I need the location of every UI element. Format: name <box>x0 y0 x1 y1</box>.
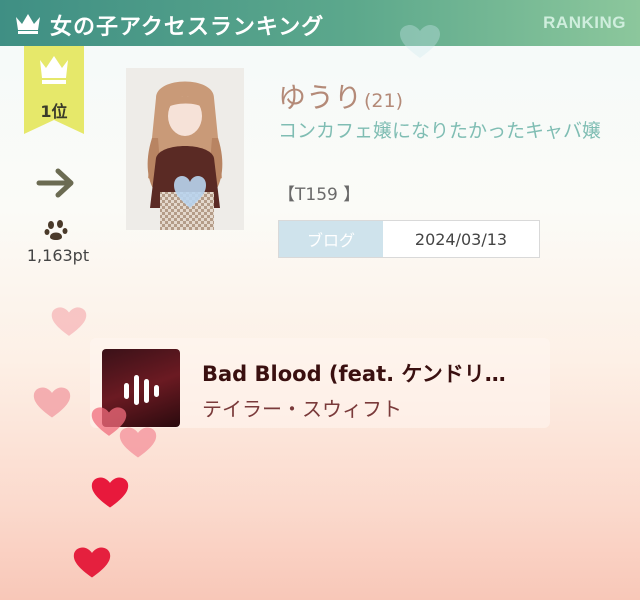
heart-icon <box>400 25 440 58</box>
crown-icon <box>16 14 40 34</box>
profile-tag: 【T159 】 <box>278 185 361 205</box>
heart-icon <box>119 427 157 458</box>
song-title[interactable]: Bad Blood (feat. ケンドリ… <box>202 358 532 388</box>
rank-badge: 1位 <box>24 46 84 134</box>
arrow-right-icon <box>36 168 74 198</box>
blog-label[interactable]: ブログ <box>279 221 383 257</box>
blog-link[interactable]: ブログ 2024/03/13 <box>278 220 540 258</box>
blog-date: 2024/03/13 <box>414 229 508 249</box>
paw-icon <box>44 220 68 240</box>
audio-bars-icon <box>124 375 159 405</box>
ranking-link[interactable]: RANKING <box>543 13 626 33</box>
song-artist: テイラー・スウィフト <box>202 397 402 421</box>
rank-label: 1位 <box>40 102 68 121</box>
header-title: 女の子アクセスランキング <box>50 15 325 40</box>
heart-icon <box>73 547 111 578</box>
rank-points: 1,163pt <box>26 246 90 265</box>
profile-photo[interactable] <box>126 68 244 230</box>
girl-illustration <box>126 68 244 230</box>
profile-name[interactable]: ゆうり <box>278 81 362 114</box>
ranking-header: 女の子アクセスランキング RANKING <box>0 0 640 58</box>
heart-icon <box>91 477 129 508</box>
heart-icon <box>51 307 87 336</box>
profile-age: (21) <box>364 90 404 112</box>
profile-catchphrase: コンカフェ嬢になりたかったキャバ嬢 <box>278 120 602 142</box>
heart-icon <box>33 387 71 418</box>
profile-name-line[interactable]: ゆうり (21) <box>278 76 403 116</box>
